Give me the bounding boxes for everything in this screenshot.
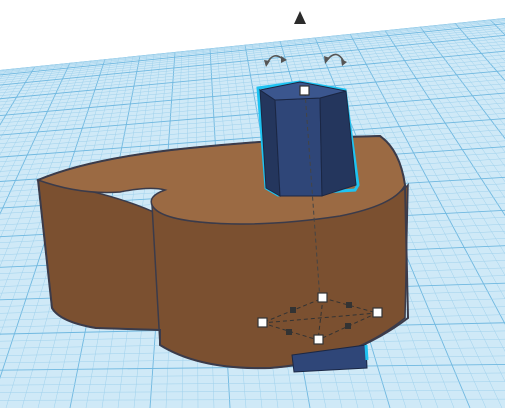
edge-scale-handle-icon[interactable]: [346, 302, 352, 308]
3d-scene[interactable]: [0, 0, 505, 408]
corner-handle-icon[interactable]: [257, 317, 268, 328]
top-center-handle-icon[interactable]: [299, 85, 310, 96]
edge-scale-handle-icon[interactable]: [286, 329, 292, 335]
corner-handle-icon[interactable]: [317, 292, 328, 303]
lift-arrow-icon[interactable]: [294, 11, 306, 24]
corner-handle-icon[interactable]: [313, 334, 324, 345]
edge-scale-handle-icon[interactable]: [290, 307, 296, 313]
corner-handle-icon[interactable]: [372, 307, 383, 318]
3d-viewport[interactable]: [0, 0, 505, 408]
selection-outline-bottom: [364, 344, 369, 361]
edge-scale-handle-icon[interactable]: [345, 323, 351, 329]
prism-face-center[interactable]: [274, 97, 323, 197]
